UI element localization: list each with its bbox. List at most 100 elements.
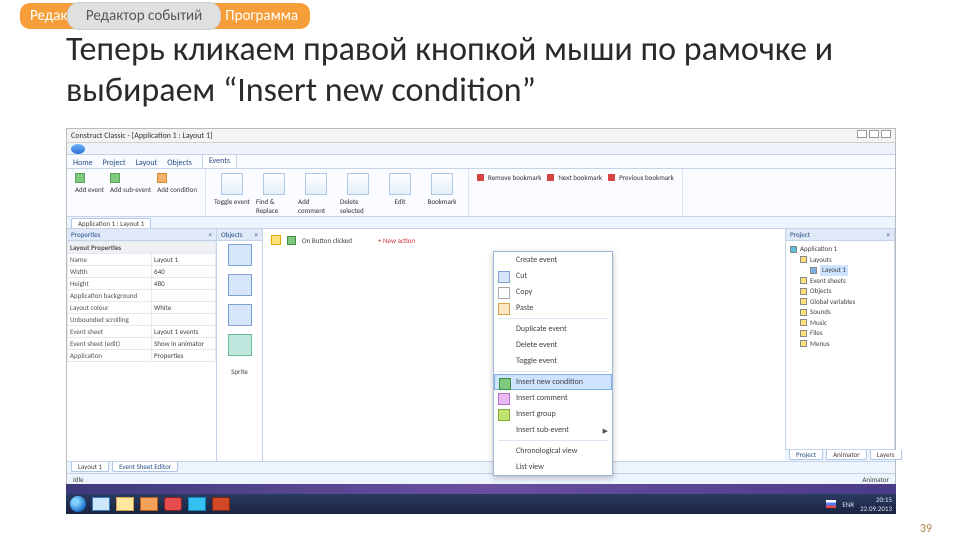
menu-item[interactable]: Insert comment	[494, 390, 612, 406]
prop-app-val[interactable]: Properties	[152, 350, 216, 362]
menu-item[interactable]: Chronological view	[494, 443, 612, 459]
start-button-icon[interactable]	[70, 496, 86, 512]
ribbon-tabs[interactable]: Home Project Layout Objects Events	[67, 155, 895, 169]
tray-lang[interactable]: ENR	[842, 500, 854, 509]
tab-active[interactable]: Редактор событий	[67, 2, 221, 30]
prop-color-val[interactable]: White	[152, 302, 216, 314]
tree-node[interactable]: Event sheets	[790, 276, 890, 287]
menu-item[interactable]: Cut	[494, 268, 612, 284]
prev-bookmark-icon[interactable]	[608, 174, 615, 181]
panel-close-icon[interactable]: ×	[887, 230, 891, 239]
tab-animator[interactable]: Animator	[826, 450, 867, 460]
document-tabs[interactable]: Application 1 : Layout 1	[67, 217, 895, 229]
min-icon[interactable]	[857, 130, 867, 138]
tree-node[interactable]: Files	[790, 328, 890, 339]
add-event-icon[interactable]	[75, 173, 85, 183]
prop-appbg-val[interactable]	[152, 290, 216, 302]
ribbon-tab-project[interactable]: Project	[103, 158, 126, 168]
add-condition-icon[interactable]	[157, 173, 167, 183]
menu-item[interactable]: Copy	[494, 284, 612, 300]
edit-icon[interactable]	[389, 173, 411, 195]
system-tray[interactable]: ENR 20:15 22.09.2013	[826, 495, 892, 513]
tab-project[interactable]: Project	[789, 450, 823, 460]
windows-taskbar[interactable]: ENR 20:15 22.09.2013	[66, 494, 896, 514]
explorer-icon[interactable]	[116, 497, 134, 511]
app-orb-icon[interactable]	[71, 144, 85, 154]
tab-layers[interactable]: Layers	[870, 450, 902, 460]
skype-icon[interactable]	[188, 497, 206, 511]
tree-node[interactable]: Menus	[790, 339, 890, 350]
toggle-event-icon[interactable]	[221, 173, 243, 195]
add-cond-label: Add condition	[157, 185, 197, 194]
opera-icon[interactable]	[164, 497, 182, 511]
menu-item[interactable]: Duplicate event	[494, 321, 612, 337]
menu-item[interactable]: Paste	[494, 300, 612, 316]
max-icon[interactable]	[869, 130, 879, 138]
menu-item[interactable]: Delete event	[494, 337, 612, 353]
object-item[interactable]	[228, 334, 252, 356]
project-tree[interactable]: Application 1LayoutsLayout 1Event sheets…	[786, 241, 894, 352]
context-menu[interactable]: Create eventCutCopy Paste Duplicate eventD…	[493, 251, 613, 476]
menu-item[interactable]: Toggle event	[494, 353, 612, 369]
next-bookmark-icon[interactable]	[547, 174, 554, 181]
event-canvas[interactable]: On Button clicked + New action Create ev…	[263, 229, 785, 461]
event-row[interactable]: On Button clicked + New action	[271, 235, 777, 245]
page-number: 39	[920, 522, 932, 536]
menu-item-label: Insert new condition	[516, 377, 583, 387]
find-replace-icon[interactable]	[263, 173, 285, 195]
menu-item[interactable]: Create event	[494, 252, 612, 268]
panel-close-icon[interactable]: ×	[209, 230, 213, 239]
ribbon-tab-events[interactable]: Events	[202, 154, 237, 168]
add-comment-icon[interactable]	[305, 173, 327, 195]
tree-node[interactable]: Sounds	[790, 307, 890, 318]
powerpoint-icon[interactable]	[212, 497, 230, 511]
ribbon-tab-home[interactable]: Home	[73, 158, 93, 168]
menu-item[interactable]: Insert new condition	[494, 374, 612, 390]
tree-node[interactable]: Layout 1	[790, 265, 890, 276]
add-action-link[interactable]: + New action	[378, 236, 415, 245]
doc-tab[interactable]: Application 1 : Layout 1	[71, 218, 151, 228]
menu-item[interactable]: Insert group	[494, 406, 612, 422]
object-item[interactable]	[228, 274, 252, 296]
ie-icon[interactable]	[92, 497, 110, 511]
panel-close-icon[interactable]: ×	[255, 230, 259, 239]
ribbon-tab-layout[interactable]: Layout	[136, 158, 158, 168]
firefox-icon[interactable]	[140, 497, 158, 511]
flag-icon[interactable]	[826, 500, 836, 508]
tree-node[interactable]: Layouts	[790, 255, 890, 266]
project-bottom-tabs[interactable]: Project Animator Layers	[785, 449, 895, 461]
tab-layout[interactable]: Layout 1	[71, 462, 109, 472]
event-condition-text: On Button clicked	[302, 236, 352, 245]
properties-grid[interactable]: Layout Properties NameLayout 1 Width640 …	[67, 241, 216, 362]
tree-node[interactable]: Objects	[790, 286, 890, 297]
ribbon-tab-objects[interactable]: Objects	[167, 158, 192, 168]
bookmark-icon[interactable]	[431, 173, 453, 195]
prop-eventsheet-val[interactable]: Layout 1 events	[152, 326, 216, 338]
prop-edit-val[interactable]: Show in animator	[152, 338, 216, 350]
menu-item[interactable]: Insert sub-event▶	[494, 422, 612, 438]
tree-node[interactable]: Music	[790, 318, 890, 329]
menu-item-label: Paste	[516, 303, 533, 313]
tree-node[interactable]: Application 1	[790, 244, 890, 255]
next-bookmark-label: Next bookmark	[558, 173, 602, 182]
app-title: Construct Classic - [Application 1 : Lay…	[71, 131, 212, 141]
menu-item[interactable]: List view	[494, 459, 612, 475]
window-buttons[interactable]	[855, 130, 891, 141]
object-item[interactable]	[228, 304, 252, 326]
editor-bottom-tabs[interactable]: Layout 1 Event Sheet Editor	[67, 461, 895, 473]
find-replace-label: Find & Replace	[256, 197, 292, 215]
tree-label: Objects	[810, 286, 832, 295]
prop-height-val[interactable]: 480	[152, 278, 216, 290]
object-item[interactable]	[228, 244, 252, 266]
remove-bookmark-icon[interactable]	[477, 174, 484, 181]
tree-node[interactable]: Global variables	[790, 297, 890, 308]
tree-label: Music	[810, 318, 827, 327]
tab-eventsheet[interactable]: Event Sheet Editor	[112, 462, 178, 472]
prop-unbounded-val[interactable]	[152, 314, 216, 326]
prop-name-val[interactable]: Layout 1	[152, 254, 216, 266]
close-icon[interactable]	[881, 130, 891, 138]
add-subevent-icon[interactable]	[110, 173, 120, 183]
prop-width-val[interactable]: 640	[152, 266, 216, 278]
app-menu-bar	[67, 143, 895, 155]
delete-selected-icon[interactable]	[347, 173, 369, 195]
